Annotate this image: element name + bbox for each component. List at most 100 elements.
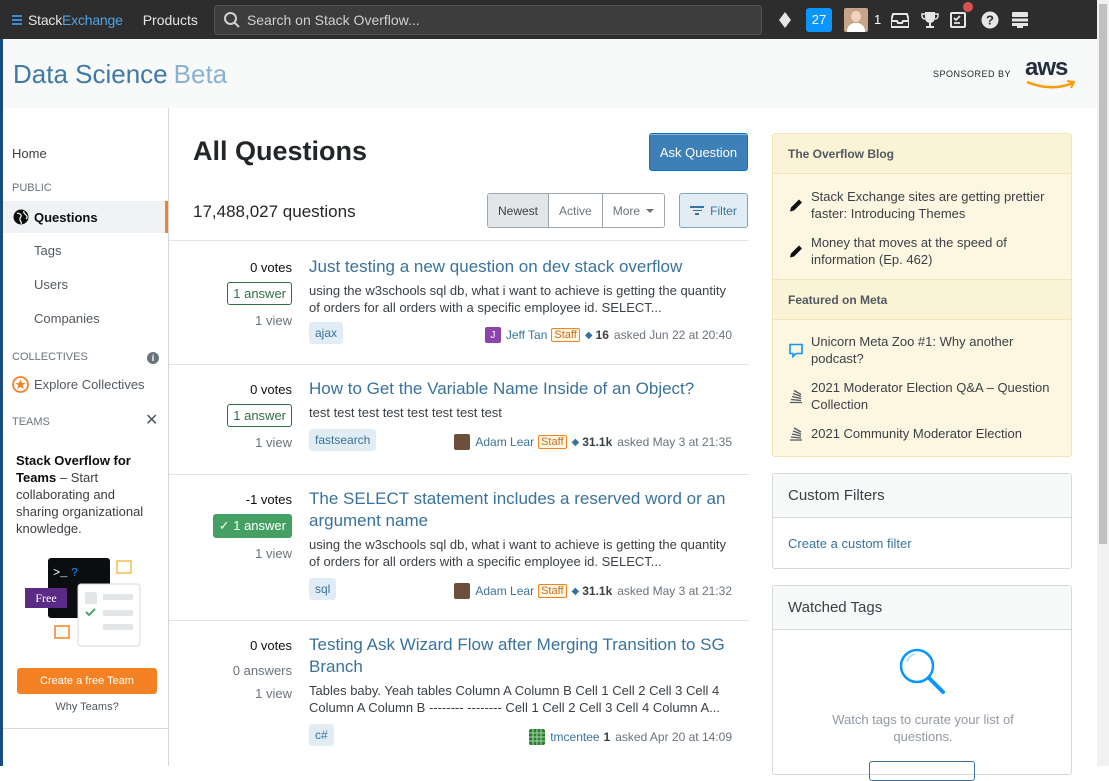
info-icon[interactable]: i <box>147 352 159 364</box>
brand-stack: Stack <box>28 11 63 28</box>
user-name[interactable]: Adam Lear <box>475 435 534 449</box>
blog-item[interactable]: Stack Exchange sites are getting prettie… <box>788 188 1063 222</box>
blog-heading: The Overflow Blog <box>773 134 1071 174</box>
notification-dot <box>963 2 974 12</box>
question-count: 17,488,027 questions <box>193 202 356 221</box>
question-summary: 0 votes 1 answer 1 view Just testing a n… <box>169 240 749 364</box>
diamond-icon[interactable] <box>770 0 800 39</box>
menu-icon <box>12 13 22 27</box>
user-reputation: 31.1k <box>582 584 613 598</box>
custom-filters-widget: Custom Filters Create a custom filter <box>772 473 1072 569</box>
question-excerpt: using the w3schools sql db, what i want … <box>309 537 726 569</box>
user-rep: 1 <box>874 12 882 27</box>
user-avatar[interactable] <box>454 434 471 450</box>
user-avatar[interactable] <box>529 729 546 745</box>
nav-explore-collectives[interactable]: Explore Collectives <box>3 368 168 400</box>
create-custom-filter-link[interactable]: Create a custom filter <box>788 536 912 551</box>
svg-text:?: ? <box>71 566 78 580</box>
sort-tabs: Newest Active More <box>487 193 666 228</box>
review-queue-icon[interactable] <box>945 0 975 39</box>
staff-badge: Staff <box>551 328 580 342</box>
tag-ajax[interactable]: ajax <box>309 322 344 344</box>
nav-tags[interactable]: Tags <box>3 234 168 266</box>
user-reputation: 31.1k <box>582 435 613 449</box>
accepted-answer-count: ✓ 1 answer <box>212 514 292 538</box>
user-profile[interactable]: 1 <box>844 7 882 32</box>
sort-newest[interactable]: Newest <box>488 194 550 227</box>
reputation-badge[interactable]: 27 <box>806 7 832 32</box>
sort-more[interactable]: More <box>602 194 665 227</box>
free-label: Free <box>35 591 56 605</box>
question-title[interactable]: The SELECT statement includes a reserved… <box>309 489 725 530</box>
teams-illustration: >_ ? Free <box>25 558 141 647</box>
sort-more-label: More <box>612 203 641 218</box>
user-avatar[interactable] <box>454 583 471 599</box>
vote-count: 0 votes <box>250 260 292 275</box>
view-count: 1 view <box>255 686 292 701</box>
meta-item-text: Unicorn Meta Zoo #1: Why another podcast… <box>811 334 1014 366</box>
search-box[interactable] <box>213 4 762 35</box>
nav-users[interactable]: Users <box>3 268 168 300</box>
meta-item-text: 2021 Community Moderator Election <box>811 426 1022 441</box>
filter-icon <box>690 204 705 217</box>
view-count: 1 view <box>255 313 292 328</box>
site-beta-label: Beta <box>173 59 228 89</box>
question-title[interactable]: Testing Ask Wizard Flow after Merging Tr… <box>309 635 725 676</box>
scrollbar[interactable] <box>1097 0 1109 766</box>
svg-text:>_: >_ <box>53 566 68 580</box>
stack-icon <box>790 389 802 404</box>
moderator-diamond-icon: ◆ <box>571 436 580 448</box>
create-team-button[interactable]: Create a free Team <box>17 668 157 694</box>
tag-fastsearch[interactable]: fastsearch <box>309 429 377 451</box>
meta-item[interactable]: 2021 Community Moderator Election <box>788 425 1063 442</box>
nav-companies[interactable]: Companies <box>3 302 168 334</box>
watch-tag-button[interactable] <box>869 761 975 781</box>
question-summary: -1 votes ✓ 1 answer 1 view The SELECT st… <box>169 474 749 620</box>
help-icon[interactable]: ? <box>975 0 1005 39</box>
blog-item-text: Money that moves at the speed of informa… <box>811 235 1007 267</box>
blog-item[interactable]: Money that moves at the speed of informa… <box>788 234 1063 268</box>
top-bar: StackExchange Products 27 1 ? <box>0 0 1097 39</box>
ask-question-button[interactable]: Ask Question <box>649 133 748 171</box>
products-link[interactable]: Products <box>143 12 198 28</box>
nav-explore-collectives-label: Explore Collectives <box>34 376 145 392</box>
trophy-icon[interactable] <box>915 0 945 39</box>
pencil-icon <box>790 199 802 212</box>
site-title[interactable]: Data Science Beta <box>13 59 227 90</box>
user-card: tmcentee 1 asked Apr 20 at 14:09 <box>529 729 732 745</box>
watched-tags-heading: Watched Tags <box>773 586 1071 630</box>
user-name[interactable]: Adam Lear <box>475 584 534 598</box>
question-title[interactable]: How to Get the Variable Name Inside of a… <box>309 379 694 398</box>
caret-down-icon <box>646 208 655 213</box>
site-switcher-icon[interactable] <box>1005 0 1035 39</box>
nav-home[interactable]: Home <box>3 137 168 169</box>
filter-button[interactable]: Filter <box>679 193 748 228</box>
site-header: Data Science Beta SPONSORED BY aws <box>3 39 1097 108</box>
meta-item[interactable]: 2021 Moderator Election Q&A – Question C… <box>788 379 1063 413</box>
stack-exchange-logo[interactable]: Stack Exchange <box>12 0 123 39</box>
user-name[interactable]: tmcentee <box>550 730 599 744</box>
close-icon[interactable]: ✕ <box>145 413 158 429</box>
question-stats: 0 votes 1 answer 1 view <box>169 382 292 450</box>
scrollbar-thumb[interactable] <box>1099 4 1107 544</box>
meta-item[interactable]: Unicorn Meta Zoo #1: Why another podcast… <box>788 333 1063 367</box>
user-name[interactable]: Jeff Tan <box>506 328 548 342</box>
search-input[interactable] <box>246 11 747 28</box>
tag-csharp[interactable]: c# <box>309 724 334 746</box>
search-icon <box>223 11 240 28</box>
teams-promo-text: Stack Overflow for Teams – Start collabo… <box>16 452 156 537</box>
inbox-icon[interactable] <box>885 0 915 39</box>
filter-label: Filter <box>710 203 737 218</box>
moderator-diamond-icon: ◆ <box>584 329 593 341</box>
nav-questions[interactable]: Questions <box>3 201 168 233</box>
answer-count: 0 answers <box>232 663 292 678</box>
sort-active[interactable]: Active <box>549 194 603 227</box>
aws-logo[interactable]: aws <box>1025 54 1077 90</box>
tag-sql[interactable]: sql <box>309 578 337 600</box>
nav-heading-collectives: COLLECTIVES <box>12 351 88 363</box>
user-reputation: 16 <box>595 328 609 342</box>
question-title[interactable]: Just testing a new question on dev stack… <box>309 257 682 276</box>
user-avatar[interactable]: J <box>484 327 501 343</box>
answer-count: 1 answer <box>227 282 292 305</box>
why-teams-link[interactable]: Why Teams? <box>17 701 157 713</box>
